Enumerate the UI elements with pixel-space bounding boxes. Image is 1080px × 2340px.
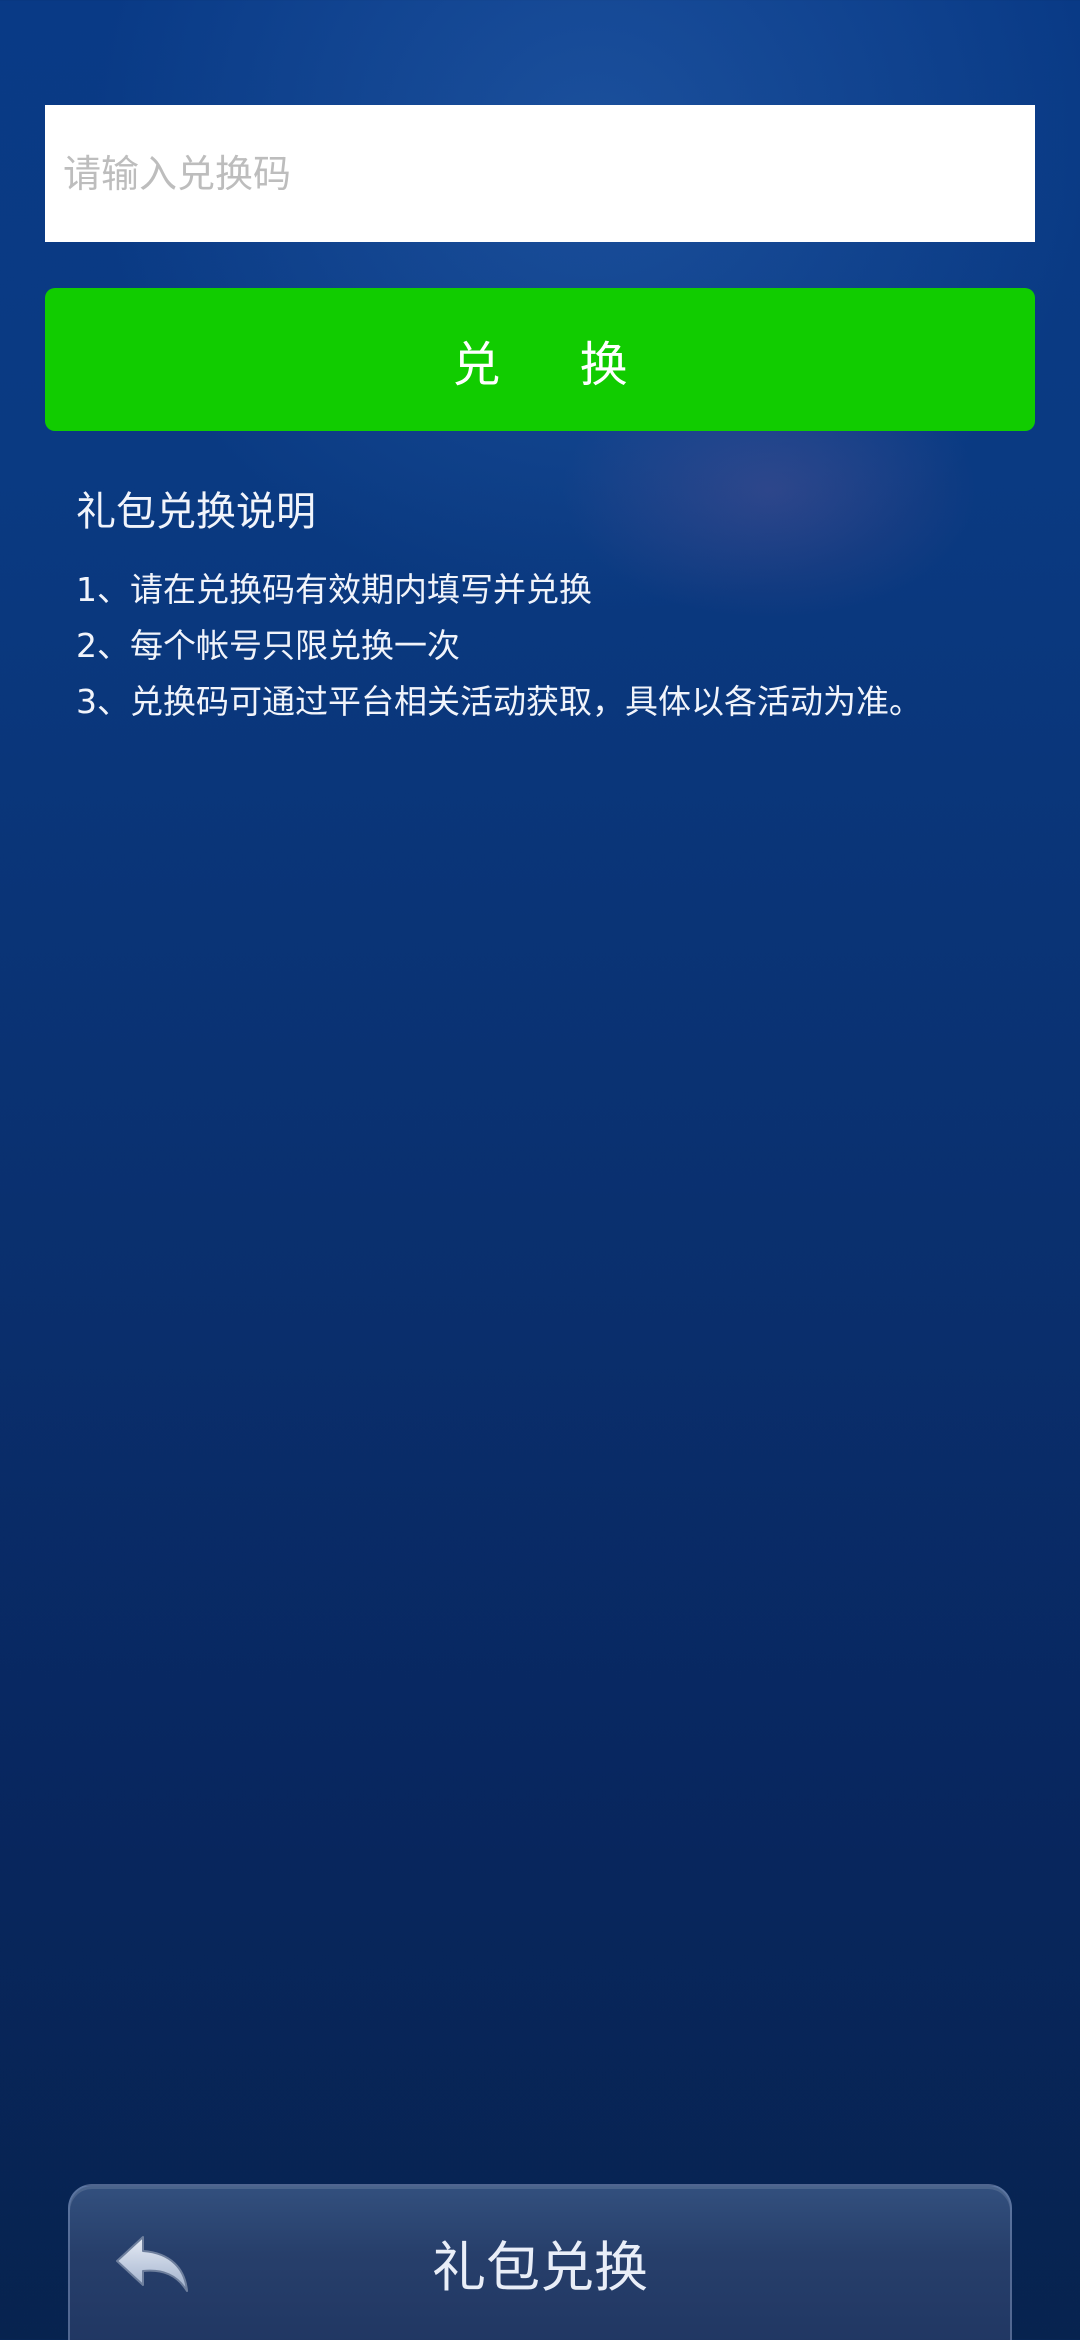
bottom-title-bar: 礼包兑换: [68, 2184, 1012, 2340]
redeem-code-input[interactable]: [45, 105, 1035, 242]
page-title: 礼包兑换: [432, 2236, 648, 2299]
redeem-instructions: 礼包兑换说明 1、请在兑换码有效期内填写并兑换 2、每个帐号只限兑换一次 3、兑…: [76, 488, 1036, 730]
instruction-item: 1、请在兑换码有效期内填写并兑换: [76, 570, 592, 609]
instruction-item: 3、兑换码可通过平台相关活动获取，具体以各活动为准。: [76, 682, 922, 721]
instructions-title: 礼包兑换说明: [76, 489, 316, 535]
redeem-button[interactable]: 兑 换: [45, 288, 1035, 431]
instruction-item: 2、每个帐号只限兑换一次: [76, 626, 460, 665]
